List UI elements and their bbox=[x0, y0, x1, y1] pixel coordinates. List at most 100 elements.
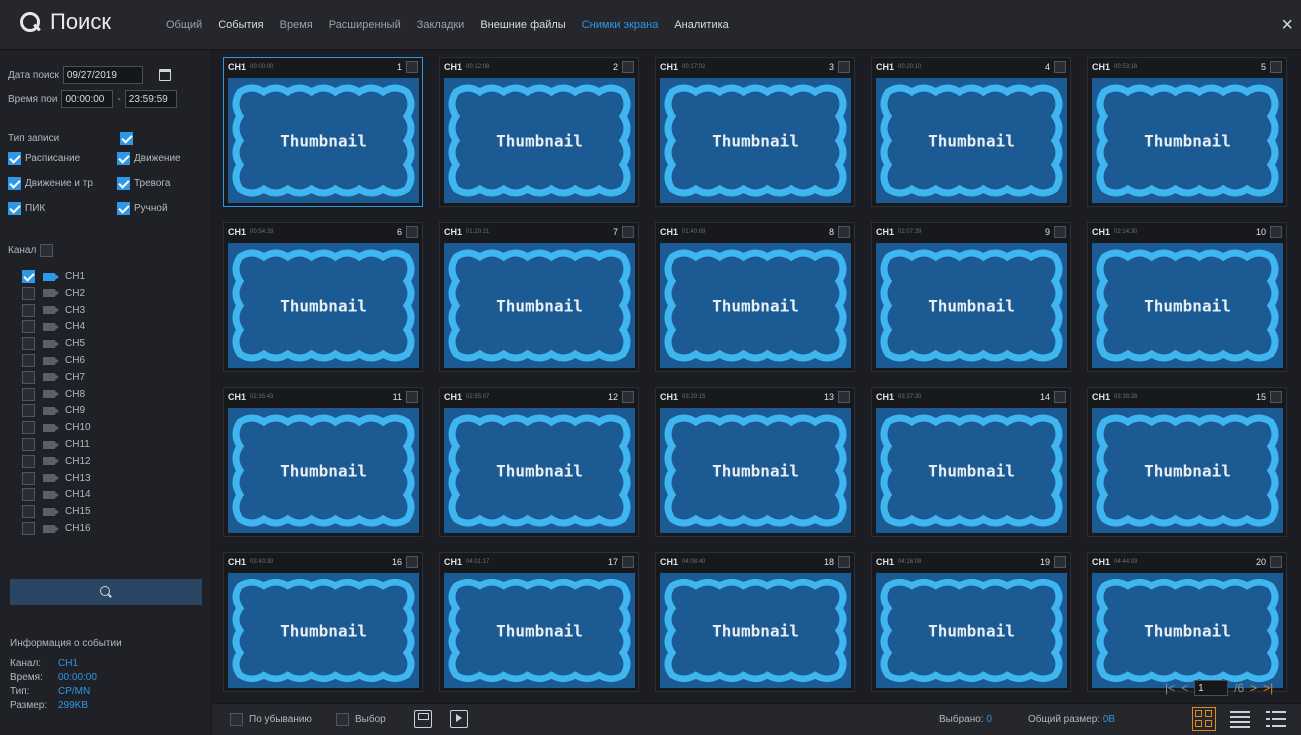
snapshot-checkbox[interactable] bbox=[406, 391, 418, 403]
channel-checkbox[interactable] bbox=[22, 320, 35, 334]
snapshot-thumbnail[interactable]: Thumbnail bbox=[228, 78, 419, 203]
detail-view-icon[interactable] bbox=[1228, 707, 1252, 731]
snapshot-thumbnail[interactable]: Thumbnail bbox=[876, 78, 1067, 203]
snapshot-checkbox[interactable] bbox=[1270, 226, 1282, 238]
snapshot-thumbnail[interactable]: Thumbnail bbox=[1092, 243, 1283, 368]
snapshot-thumbnail[interactable]: Thumbnail bbox=[1092, 408, 1283, 533]
channel-item[interactable]: CH13 bbox=[22, 471, 91, 485]
snapshot-card[interactable]: CH1 03:38:28 15 Thumbnail bbox=[1087, 387, 1287, 537]
channel-item[interactable]: CH4 bbox=[22, 320, 85, 334]
tab-external-files[interactable]: Внешние файлы bbox=[472, 19, 573, 31]
snapshot-thumbnail[interactable]: Thumbnail bbox=[1092, 78, 1283, 203]
channel-checkbox[interactable] bbox=[22, 303, 35, 317]
snapshot-card[interactable]: CH1 03:37:30 14 Thumbnail bbox=[871, 387, 1071, 537]
snapshot-card[interactable]: CH1 04:01:17 17 Thumbnail bbox=[439, 552, 639, 692]
channel-checkbox[interactable] bbox=[22, 522, 35, 535]
snapshot-thumbnail[interactable]: Thumbnail bbox=[444, 573, 635, 688]
snapshot-card[interactable]: CH1 01:20:21 7 Thumbnail bbox=[439, 222, 639, 372]
snapshot-thumbnail[interactable]: Thumbnail bbox=[228, 243, 419, 368]
channel-item[interactable]: CH11 bbox=[22, 438, 90, 451]
snapshot-card[interactable]: CH1 02:07:39 9 Thumbnail bbox=[871, 222, 1071, 372]
play-icon[interactable] bbox=[450, 710, 468, 728]
channel-item[interactable]: CH5 bbox=[22, 337, 85, 351]
channel-item[interactable]: CH7 bbox=[22, 370, 85, 384]
snapshot-card[interactable]: CH1 00:17:02 3 Thumbnail bbox=[655, 57, 855, 207]
snapshot-card[interactable]: CH1 00:12:08 2 Thumbnail bbox=[439, 57, 639, 207]
channel-checkbox[interactable] bbox=[22, 286, 35, 300]
channel-item[interactable]: CH1 bbox=[22, 270, 85, 283]
channel-item[interactable]: CH2 bbox=[22, 286, 85, 300]
snapshot-thumbnail[interactable]: Thumbnail bbox=[444, 78, 635, 203]
channel-item[interactable]: CH14 bbox=[22, 488, 91, 502]
snapshot-thumbnail[interactable]: Thumbnail bbox=[228, 573, 419, 688]
channel-checkbox[interactable] bbox=[22, 337, 35, 351]
channel-item[interactable]: CH16 bbox=[22, 522, 91, 535]
time-from-field[interactable] bbox=[61, 90, 114, 108]
motion-checkbox[interactable] bbox=[117, 152, 130, 165]
channel-checkbox[interactable] bbox=[22, 454, 35, 468]
snapshot-checkbox[interactable] bbox=[406, 226, 418, 238]
snapshot-card[interactable]: CH1 03:40:30 16 Thumbnail bbox=[223, 552, 423, 692]
schedule-checkbox[interactable] bbox=[8, 152, 21, 165]
channel-checkbox[interactable] bbox=[22, 404, 35, 418]
snapshot-checkbox[interactable] bbox=[838, 226, 850, 238]
snapshot-card[interactable]: CH1 00:20:10 4 Thumbnail bbox=[871, 57, 1071, 207]
snapshot-card[interactable]: CH1 01:40:09 8 Thumbnail bbox=[655, 222, 855, 372]
snapshot-card[interactable]: CH1 04:16:08 19 Thumbnail bbox=[871, 552, 1071, 692]
snapshot-card[interactable]: CH1 02:14:30 10 Thumbnail bbox=[1087, 222, 1287, 372]
snapshot-checkbox[interactable] bbox=[1054, 391, 1066, 403]
channel-item[interactable]: CH10 bbox=[22, 421, 91, 435]
snapshot-thumbnail[interactable]: Thumbnail bbox=[444, 243, 635, 368]
save-icon[interactable] bbox=[414, 710, 432, 728]
snapshot-checkbox[interactable] bbox=[1054, 61, 1066, 73]
channel-checkbox[interactable] bbox=[22, 370, 35, 384]
tab-time[interactable]: Время bbox=[272, 19, 321, 31]
snapshot-thumbnail[interactable]: Thumbnail bbox=[228, 408, 419, 533]
channel-item[interactable]: CH3 bbox=[22, 303, 85, 317]
snapshot-checkbox[interactable] bbox=[838, 556, 850, 568]
snapshot-thumbnail[interactable]: Thumbnail bbox=[876, 243, 1067, 368]
snapshot-checkbox[interactable] bbox=[622, 391, 634, 403]
snapshot-thumbnail[interactable]: Thumbnail bbox=[660, 573, 851, 688]
channel-item[interactable]: CH9 bbox=[22, 404, 85, 418]
tab-analytics[interactable]: Аналитика bbox=[666, 19, 736, 31]
record-type-all-checkbox[interactable] bbox=[120, 132, 133, 145]
first-page-icon[interactable]: |< bbox=[1165, 681, 1175, 695]
alarm-checkbox[interactable] bbox=[117, 177, 130, 190]
channel-checkbox[interactable] bbox=[22, 471, 35, 485]
snapshot-thumbnail[interactable]: Thumbnail bbox=[660, 243, 851, 368]
snapshot-checkbox[interactable] bbox=[1270, 61, 1282, 73]
snapshot-checkbox[interactable] bbox=[1270, 556, 1282, 568]
close-icon[interactable]: × bbox=[1281, 14, 1293, 37]
channel-checkbox[interactable] bbox=[22, 438, 35, 451]
snapshot-checkbox[interactable] bbox=[406, 61, 418, 73]
snapshot-card[interactable]: CH1 02:55:07 12 Thumbnail bbox=[439, 387, 639, 537]
snapshot-card[interactable]: CH1 00:53:16 5 Thumbnail bbox=[1087, 57, 1287, 207]
search-button[interactable] bbox=[10, 579, 202, 605]
list-view-icon[interactable] bbox=[1264, 707, 1288, 731]
tab-advanced[interactable]: Расширенный bbox=[321, 19, 409, 31]
snapshot-checkbox[interactable] bbox=[622, 226, 634, 238]
pik-checkbox[interactable] bbox=[8, 202, 21, 215]
time-to-field[interactable] bbox=[124, 90, 177, 108]
snapshot-card[interactable]: CH1 04:44:03 20 Thumbnail bbox=[1087, 552, 1287, 692]
snapshot-checkbox[interactable] bbox=[1054, 556, 1066, 568]
channel-item[interactable]: CH12 bbox=[22, 454, 91, 468]
snapshot-card[interactable]: CH1 04:08:40 18 Thumbnail bbox=[655, 552, 855, 692]
date-field[interactable] bbox=[62, 66, 143, 84]
channel-checkbox[interactable] bbox=[22, 505, 35, 519]
snapshot-thumbnail[interactable]: Thumbnail bbox=[660, 78, 851, 203]
tab-bookmarks[interactable]: Закладки bbox=[409, 19, 473, 31]
tab-screenshots[interactable]: Снимки экрана bbox=[574, 19, 667, 31]
snapshot-thumbnail[interactable]: Thumbnail bbox=[444, 408, 635, 533]
snapshot-thumbnail[interactable]: Thumbnail bbox=[876, 408, 1067, 533]
channel-item[interactable]: CH15 bbox=[22, 505, 91, 519]
page-input[interactable] bbox=[1194, 680, 1229, 696]
snapshot-thumbnail[interactable]: Thumbnail bbox=[1092, 573, 1283, 688]
channel-item[interactable]: CH6 bbox=[22, 354, 85, 367]
snapshot-checkbox[interactable] bbox=[1270, 391, 1282, 403]
motion-and-checkbox[interactable] bbox=[8, 177, 21, 190]
prev-page-icon[interactable]: < bbox=[1181, 681, 1188, 695]
channel-checkbox[interactable] bbox=[22, 488, 35, 502]
channel-checkbox[interactable] bbox=[22, 270, 35, 283]
